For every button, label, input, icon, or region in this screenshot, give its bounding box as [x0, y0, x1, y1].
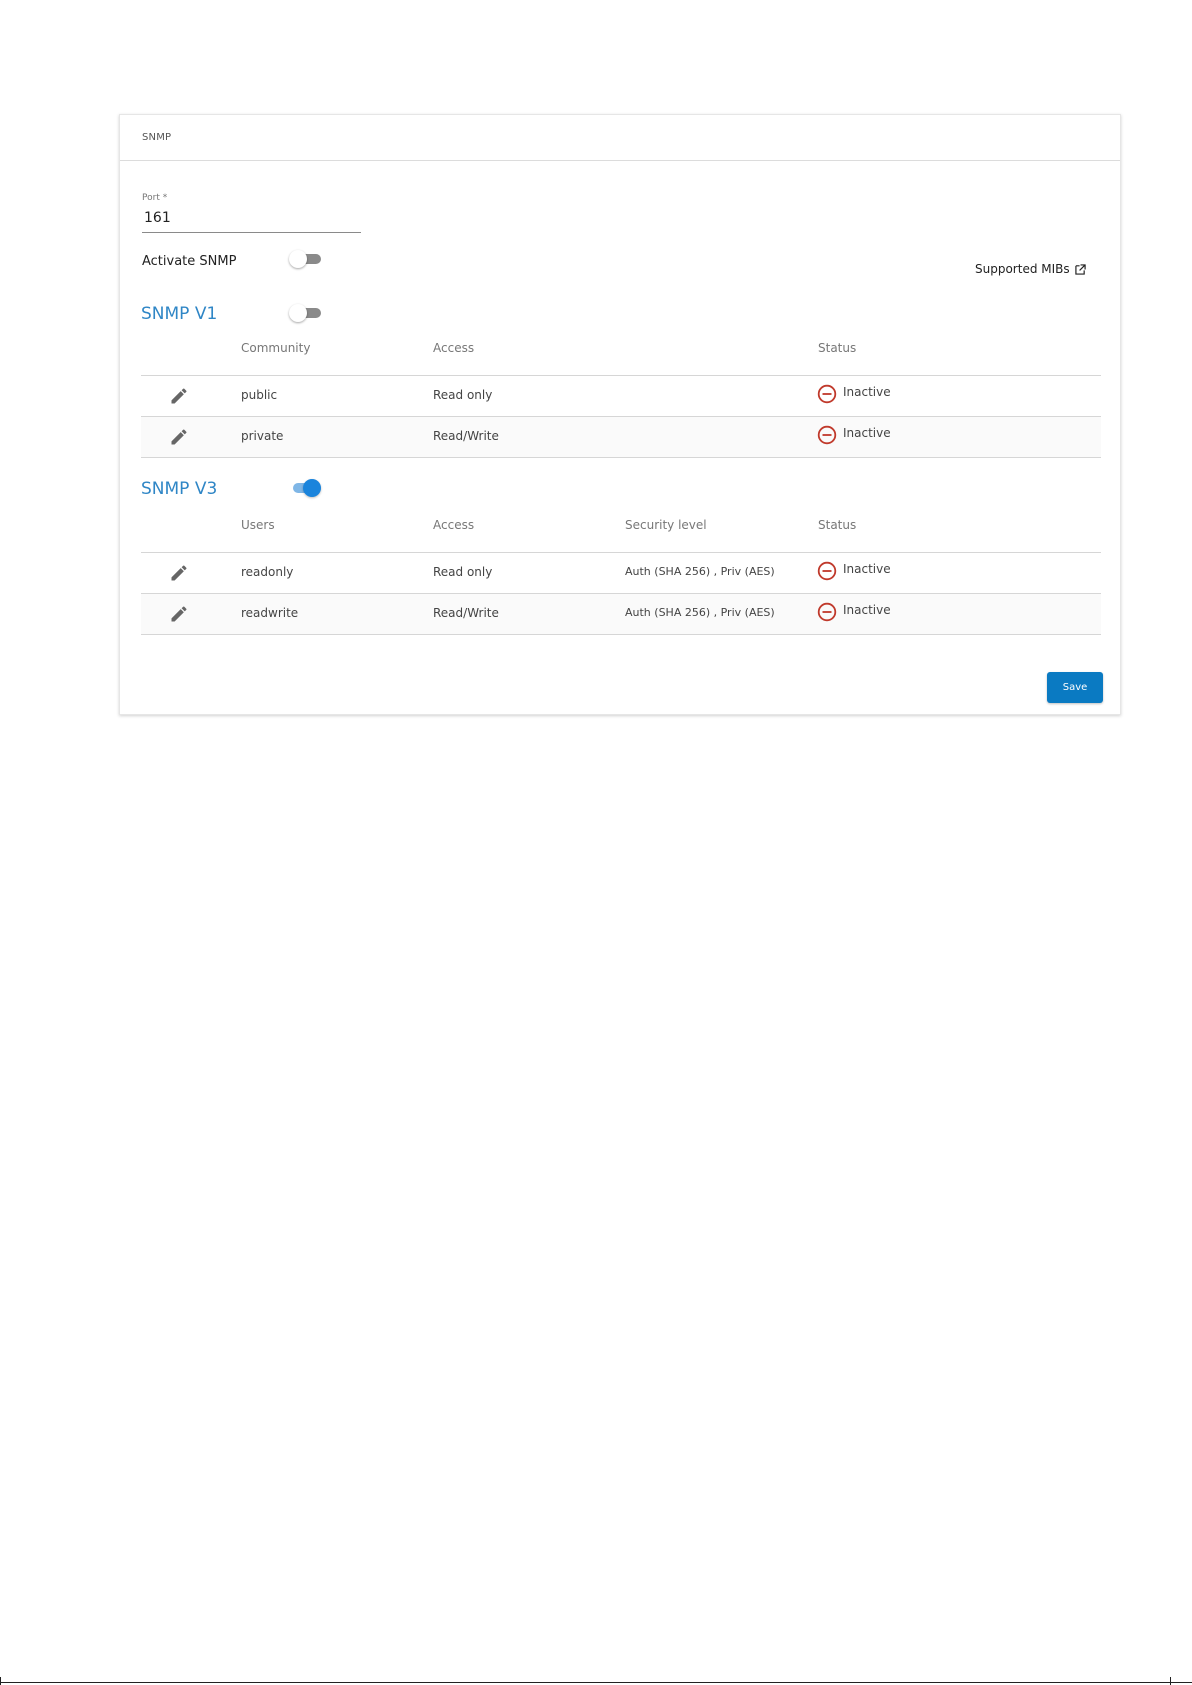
security-level-cell: Auth (SHA 256) , Priv (AES) [625, 606, 775, 619]
user-cell: readwrite [241, 606, 299, 620]
port-label: Port * [142, 193, 168, 203]
port-input[interactable] [142, 209, 361, 233]
panel-title: SNMP [142, 132, 172, 143]
supported-mibs-link[interactable]: Supported MIBs [975, 262, 1086, 276]
page-corner-mark [0, 1677, 1, 1685]
snmp-v3-title: SNMP V3 [141, 479, 218, 499]
status-cell: Inactive [817, 425, 891, 445]
user-cell: readonly [241, 565, 294, 579]
edit-pencil-icon[interactable] [169, 427, 189, 447]
edit-pencil-icon[interactable] [169, 386, 189, 406]
panel-header: SNMP [120, 115, 1120, 161]
page-corner-mark [1170, 1677, 1171, 1685]
page-bottom-border [0, 1682, 1192, 1683]
access-cell: Read only [433, 565, 493, 579]
activate-snmp-toggle[interactable] [289, 250, 321, 268]
column-header-security-level: Security level [625, 518, 707, 532]
status-cell: Inactive [817, 561, 891, 581]
snmp-v1-toggle[interactable] [289, 304, 321, 322]
column-header-users: Users [241, 518, 275, 532]
community-cell: public [241, 388, 278, 402]
access-cell: Read/Write [433, 429, 499, 443]
inactive-status-icon [817, 425, 837, 445]
status-cell: Inactive [817, 602, 891, 622]
security-level-cell: Auth (SHA 256) , Priv (AES) [625, 565, 775, 578]
edit-pencil-icon[interactable] [169, 563, 189, 583]
table-header: Community Access Status [141, 330, 1101, 376]
snmp-v3-table: Users Access Security level Status reado… [141, 507, 1101, 635]
external-link-icon [1074, 263, 1086, 275]
status-text: Inactive [843, 385, 891, 399]
status-text: Inactive [843, 603, 891, 617]
inactive-status-icon [817, 384, 837, 404]
table-row: readwrite Read/Write Auth (SHA 256) , Pr… [141, 594, 1101, 635]
table-row: readonly Read only Auth (SHA 256) , Priv… [141, 553, 1101, 594]
access-cell: Read/Write [433, 606, 499, 620]
table-row: private Read/Write Inactive [141, 417, 1101, 458]
snmp-v1-title: SNMP V1 [141, 304, 218, 324]
toggle-knob [289, 250, 307, 268]
save-button[interactable]: Save [1047, 672, 1103, 703]
column-header-access: Access [433, 518, 475, 532]
supported-mibs-label: Supported MIBs [975, 262, 1070, 276]
activate-snmp-label: Activate SNMP [142, 254, 237, 269]
column-header-status: Status [818, 341, 857, 355]
community-cell: private [241, 429, 284, 443]
snmp-v1-table: Community Access Status public Read only… [141, 330, 1101, 458]
snmp-v3-toggle[interactable] [289, 479, 321, 497]
status-cell: Inactive [817, 384, 891, 404]
edit-pencil-icon[interactable] [169, 604, 189, 624]
toggle-knob [303, 479, 321, 497]
column-header-status: Status [818, 518, 857, 532]
status-text: Inactive [843, 562, 891, 576]
access-cell: Read only [433, 388, 493, 402]
toggle-knob [289, 304, 307, 322]
table-header: Users Access Security level Status [141, 507, 1101, 553]
inactive-status-icon [817, 602, 837, 622]
column-header-access: Access [433, 341, 475, 355]
table-row: public Read only Inactive [141, 376, 1101, 417]
inactive-status-icon [817, 561, 837, 581]
status-text: Inactive [843, 426, 891, 440]
snmp-panel: SNMP Port * Activate SNMP Supported MIBs… [119, 114, 1121, 715]
column-header-community: Community [241, 341, 311, 355]
